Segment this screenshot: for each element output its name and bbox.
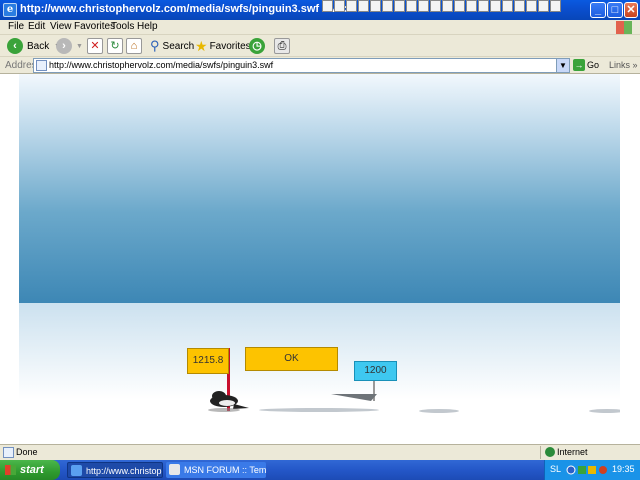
task-label: http://www.christoph... [86,466,162,476]
refresh-icon: ↻ [107,38,123,54]
ice-patch [589,409,620,413]
menu-file[interactable]: File [8,21,24,32]
chevron-down-icon[interactable]: ▼ [76,43,83,50]
windows-logo-icon [5,465,16,475]
title-bar[interactable]: e http://www.christophervolz.com/media/s… [0,0,640,20]
security-zone: Internet [557,447,588,457]
language-indicator[interactable]: SL [550,464,561,474]
search-button[interactable]: ⚲ Search [150,38,194,54]
marker-shadow [331,394,377,401]
distance-sign: 1215.8 [187,348,229,374]
penguin [208,391,249,412]
address-url: http://www.christophervolz.com/media/swf… [49,60,274,70]
forward-arrow-icon: › [56,38,72,54]
go-label: Go [587,60,600,70]
status-bar: Done Internet [0,444,640,460]
scrollbar-area [620,74,640,444]
taskbar-item-browser[interactable]: http://www.christoph... [67,462,163,478]
history-button[interactable]: ◷ [249,38,265,54]
page-content: 1215.8 OK 1200 [0,74,640,444]
taskbar: start http://www.christoph... MSN FORUM … [0,460,640,480]
maximize-icon[interactable]: □ [607,2,623,18]
toolbar: ‹ Back ▼ › ▼ ✕ ↻ ⌂ ⚲ Search ★ Favorites … [0,35,640,57]
divider [540,446,541,459]
status-text: Done [16,447,38,457]
flash-game[interactable]: 1215.8 OK 1200 [19,74,620,444]
menu-help[interactable]: Help [137,21,158,32]
go-button[interactable]: → Go [573,59,599,71]
ie-logo-icon [71,465,82,476]
start-button[interactable]: start [0,460,60,480]
stop-icon: ✕ [87,38,103,54]
ie-logo-icon [169,464,180,475]
menu-view[interactable]: View [50,21,72,32]
home-button[interactable]: ⌂ [126,38,142,54]
favorites-button[interactable]: ★ Favorites [195,38,251,55]
ice-track [259,408,379,412]
page-icon [36,60,47,71]
home-icon: ⌂ [126,38,142,54]
search-label: Search [162,40,195,52]
back-label: Back [27,40,50,52]
tray-icons[interactable] [566,464,610,476]
sky-background [19,74,620,303]
favorites-label: Favorites [209,41,251,52]
links-label: Links [609,60,631,70]
taskbar-item-forum[interactable]: MSN FORUM :: Tema ... [166,462,266,478]
print-button[interactable]: ⎙ [274,38,290,54]
star-icon: ★ [195,38,208,54]
address-bar: Address http://www.christophervolz.com/m… [0,57,640,74]
ie-logo-icon: e [3,3,17,17]
close-icon[interactable]: ✕ [624,2,638,18]
ice-patch [419,409,459,413]
address-input[interactable]: http://www.christophervolz.com/media/swf… [33,58,570,73]
start-label: start [20,464,44,476]
ok-button[interactable]: OK [245,347,338,371]
refresh-button[interactable]: ↻ [107,38,123,54]
chevron-down-icon[interactable]: ▼ [556,59,569,72]
menu-bar: File Edit View Favorites Tools Help [0,20,640,35]
windows-logo-icon [616,21,632,34]
go-arrow-icon: → [573,59,585,71]
history-icon: ◷ [249,38,265,54]
page-done-icon [3,447,14,458]
task-label: MSN FORUM :: Tema ... [184,465,266,475]
forward-button[interactable]: › ▼ [56,38,83,54]
ground-layer [208,391,620,413]
search-icon: ⚲ [150,38,160,53]
internet-zone-icon [545,447,555,457]
links-button[interactable]: Links » [609,60,638,70]
menu-favorites[interactable]: Favorites [74,21,115,32]
quick-launch-icons [322,0,561,14]
menu-edit[interactable]: Edit [28,21,45,32]
back-button[interactable]: ‹ Back ▼ [7,38,61,54]
printer-icon: ⎙ [274,38,290,54]
minimize-icon[interactable]: _ [590,2,606,18]
window-title: http://www.christophervolz.com/media/swf… [20,3,350,15]
stop-button[interactable]: ✕ [87,38,103,54]
clock: 19:35 [612,464,635,474]
back-arrow-icon: ‹ [7,38,23,54]
menu-tools[interactable]: Tools [111,21,134,32]
